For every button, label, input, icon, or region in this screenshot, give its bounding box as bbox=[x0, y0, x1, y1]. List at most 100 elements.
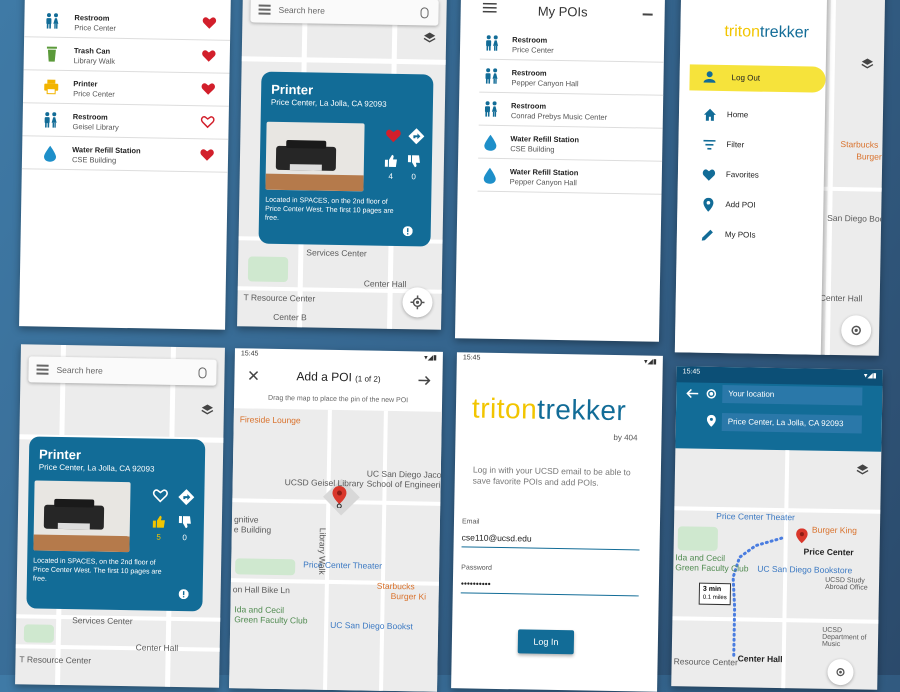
add-poi-screen: 15:45 ▾◢▮ Add a POI (1 of 2) Drag the map… bbox=[229, 348, 443, 692]
poi-card-description: Located in SPACES, on the 2nd floor of P… bbox=[264, 196, 394, 222]
water-drop-icon bbox=[482, 134, 498, 151]
thumbs-down-icon[interactable] bbox=[407, 154, 421, 168]
app-screenshots-collage: Restroom Price Center Trash Can Library Wal… bbox=[0, 0, 900, 692]
my-poi-row[interactable]: Restroom Price Center bbox=[479, 26, 665, 63]
map-label: Services Center bbox=[72, 615, 133, 627]
my-poi-row[interactable]: Water Refill Station Pepper Canyon Hall bbox=[477, 158, 663, 195]
search-bar[interactable]: Search here bbox=[28, 356, 217, 386]
poi-photo bbox=[265, 121, 365, 192]
my-location-icon bbox=[410, 295, 425, 310]
my-poi-row[interactable]: Restroom Pepper Canyon Hall bbox=[479, 59, 664, 96]
my-poi-row[interactable]: Water Refill Station CSE Building bbox=[478, 125, 663, 162]
logout-button[interactable]: Log Out bbox=[689, 64, 826, 93]
heart-outline-icon[interactable] bbox=[152, 489, 168, 503]
info-icon[interactable] bbox=[402, 226, 413, 237]
poi-location: Geisel Library bbox=[72, 122, 119, 132]
eta-box: 3 min 0.1 miles bbox=[698, 582, 732, 606]
poi-type: Printer bbox=[73, 79, 98, 89]
map-card-screen-bottom: Search here Printer Price Center, La Jol… bbox=[15, 344, 225, 688]
heart-filled-icon[interactable] bbox=[201, 82, 215, 95]
brand-logo: tritontrekker bbox=[724, 23, 810, 42]
page-title: My POIs bbox=[537, 3, 588, 20]
map-label: Green Faculty Club bbox=[675, 562, 749, 574]
map-pin-icon[interactable] bbox=[332, 486, 347, 509]
drawer-item-label: Favorites bbox=[725, 170, 759, 180]
map-label: Library Walk bbox=[317, 527, 328, 575]
layers-icon[interactable] bbox=[861, 57, 874, 70]
search-input[interactable]: Search here bbox=[270, 5, 420, 18]
map-label: Center Hall bbox=[363, 278, 407, 290]
favorite-row[interactable]: Printer Price Center bbox=[22, 70, 230, 107]
map-label: UCSD Study Abroad Office bbox=[824, 576, 868, 592]
map-label: Resource Center bbox=[673, 656, 739, 668]
map-area[interactable]: Fireside Lounge UC San Diego Jacobs Scho… bbox=[229, 408, 443, 692]
drawer-item-my-pois[interactable]: My POIs bbox=[677, 220, 823, 251]
favorites-screen: Restroom Price Center Trash Can Library Wal… bbox=[19, 0, 231, 330]
menu-icon[interactable] bbox=[258, 2, 271, 17]
drawer-item-favorites[interactable]: Favorites bbox=[678, 160, 824, 191]
favorite-row[interactable]: Trash Can Library Walk bbox=[23, 37, 231, 74]
favorite-row[interactable]: Water Refill Station CSE Building bbox=[21, 136, 229, 173]
map-label: Burger King bbox=[811, 524, 857, 536]
drawer-item-home[interactable]: Home bbox=[679, 100, 825, 131]
heart-filled-icon[interactable] bbox=[200, 148, 214, 161]
thumbs-up-icon[interactable] bbox=[152, 515, 166, 529]
search-bar[interactable]: Search here bbox=[250, 0, 439, 26]
poi-type: Restroom bbox=[511, 68, 547, 78]
map-label: Price Center Theater bbox=[303, 559, 383, 571]
heart-filled-icon[interactable] bbox=[202, 16, 217, 29]
poi-location: Price Center bbox=[73, 89, 115, 99]
map-label: Burger Ki bbox=[390, 590, 427, 602]
poi-card[interactable]: Printer Price Center, La Jolla, CA 92093… bbox=[26, 436, 206, 612]
dislikes-count: 0 bbox=[182, 533, 187, 543]
search-input[interactable]: Search here bbox=[48, 365, 198, 378]
password-field[interactable]: •••••••••• bbox=[460, 578, 639, 597]
poi-type: Restroom bbox=[512, 35, 548, 45]
my-pois-screen: My POIs Restroom Price Center Restroom Pepp… bbox=[454, 0, 666, 342]
drawer-item-filter[interactable]: Filter bbox=[678, 130, 824, 161]
poi-location: Library Walk bbox=[73, 56, 116, 66]
favorite-row[interactable]: Restroom Price Center bbox=[24, 4, 231, 41]
page-title: Add a POI (1 of 2) bbox=[296, 369, 381, 385]
favorite-row[interactable]: Restroom Geisel Library bbox=[22, 103, 229, 140]
login-button[interactable]: Log In bbox=[517, 629, 575, 655]
mic-icon[interactable] bbox=[198, 366, 207, 378]
poi-type: Restroom bbox=[510, 101, 547, 111]
info-icon[interactable] bbox=[178, 589, 189, 600]
menu-icon[interactable] bbox=[36, 362, 49, 377]
map-card-screen-top: Search here Printer Price Center, La Jol… bbox=[237, 0, 447, 330]
water-drop-icon bbox=[482, 167, 498, 184]
drawer-screen: Starbucks Burger San Diego Boo Center Ha… bbox=[674, 0, 886, 356]
edit-icon bbox=[701, 229, 713, 241]
poi-type: Restroom bbox=[74, 13, 110, 23]
drawer-item-add-poi[interactable]: Add POI bbox=[677, 190, 823, 221]
thumbs-up-icon[interactable] bbox=[384, 154, 398, 168]
drawer-item-label: Filter bbox=[726, 140, 745, 150]
thumbs-down-icon[interactable] bbox=[178, 515, 192, 529]
logout-label: Log Out bbox=[731, 73, 761, 83]
close-icon[interactable] bbox=[248, 370, 259, 381]
my-location-button[interactable] bbox=[402, 287, 433, 318]
map-label: San Diego Boo bbox=[827, 212, 885, 224]
layers-icon[interactable] bbox=[423, 31, 436, 44]
collapse-icon[interactable] bbox=[642, 13, 653, 16]
heart-filled-icon[interactable] bbox=[202, 49, 216, 62]
restroom-icon bbox=[483, 101, 499, 117]
layers-icon[interactable] bbox=[201, 403, 214, 416]
my-poi-row[interactable]: Restroom Conrad Prebys Music Center bbox=[478, 92, 664, 129]
directions-icon[interactable] bbox=[178, 489, 195, 506]
map-label: UCSD Department of Music bbox=[821, 626, 867, 649]
dislikes-count: 0 bbox=[411, 172, 416, 182]
nav-drawer: tritontrekker Log Out Home Filter Favorite… bbox=[674, 0, 828, 356]
directions-icon[interactable] bbox=[408, 128, 425, 145]
next-arrow-icon[interactable] bbox=[418, 375, 431, 386]
water-drop-icon bbox=[42, 145, 58, 162]
my-location-button[interactable] bbox=[840, 315, 872, 346]
heart-filled-icon[interactable] bbox=[385, 129, 401, 143]
poi-location: Price Center bbox=[74, 23, 117, 33]
heart-outline-icon[interactable] bbox=[200, 115, 215, 129]
mic-icon[interactable] bbox=[420, 6, 429, 18]
email-field[interactable]: cse110@ucsd.edu bbox=[461, 532, 640, 551]
poi-card-description: Located in SPACES, on the 2nd floor of P… bbox=[32, 557, 162, 583]
poi-card[interactable]: Printer Price Center, La Jolla, CA 92093… bbox=[258, 71, 434, 247]
